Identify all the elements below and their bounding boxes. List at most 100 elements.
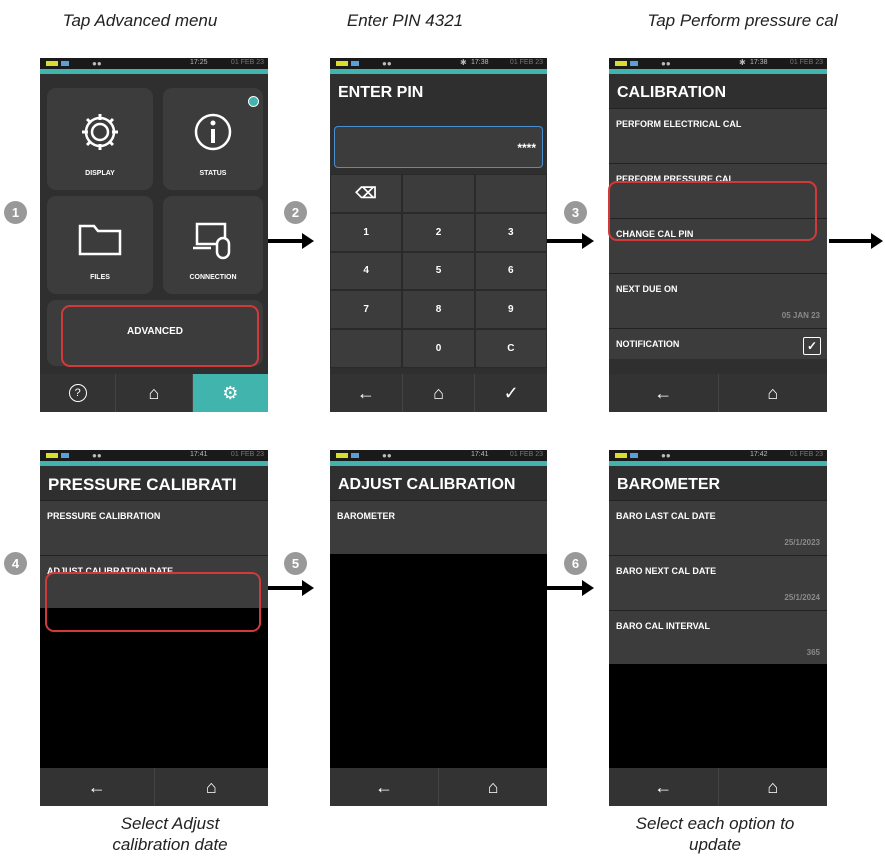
connection-tile-label: CONNECTION	[189, 274, 237, 281]
arrow-right	[268, 580, 314, 596]
status-date: 01 FEB 23	[789, 451, 823, 458]
menu-item-baro-cal-interval[interactable]: BARO CAL INTERVAL 365	[609, 610, 827, 665]
menu-item-label: NEXT DUE ON	[616, 284, 678, 294]
key-2[interactable]: 2	[402, 212, 475, 252]
key-6[interactable]: 6	[474, 251, 547, 291]
home-button[interactable]: ⌂	[438, 768, 547, 806]
status-bar: ●● ✱ 17:38 01 FEB 23	[330, 58, 547, 69]
screen-adjust-calibration: ●● 17:41 01 FEB 23 ADJUST CALIBRATION BA…	[330, 450, 547, 806]
notification-checkbox[interactable]: ✓	[803, 337, 821, 355]
pairing-icon: ●●	[92, 59, 102, 68]
step-badge-6: 6	[564, 552, 587, 575]
menu-item-barometer[interactable]: BAROMETER	[330, 500, 547, 555]
battery-icon	[336, 453, 348, 458]
status-time: 17:38	[750, 59, 768, 66]
battery-icon	[336, 61, 348, 66]
status-time: 17:42	[750, 451, 768, 458]
home-button[interactable]: ⌂	[717, 768, 827, 806]
bottom-nav: ← ⌂	[609, 374, 827, 412]
caption-step4-line2: calibration date	[112, 835, 228, 854]
signal-icon	[61, 61, 69, 66]
display-tile-label: DISPLAY	[85, 170, 115, 177]
key-9[interactable]: 9	[474, 290, 547, 330]
page-title: PRESSURE CALIBRATI	[48, 475, 237, 494]
back-button[interactable]: ←	[40, 768, 154, 806]
key-1[interactable]: 1	[330, 212, 403, 252]
caption-step4: Select Adjust calibration date	[60, 813, 280, 855]
menu-item-next-due[interactable]: NEXT DUE ON 05 JAN 23	[609, 273, 827, 328]
back-button[interactable]: ←	[609, 374, 718, 412]
connection-tile[interactable]: CONNECTION	[163, 196, 263, 294]
menu-item-label: PRESSURE CALIBRATION	[47, 511, 161, 521]
help-button[interactable]: ?	[40, 374, 116, 412]
baro-cal-interval-value: 365	[806, 648, 820, 657]
menu-item-notification[interactable]: NOTIFICATION ✓	[609, 328, 827, 359]
pairing-icon: ●●	[92, 451, 102, 460]
baro-next-cal-value: 25/1/2024	[784, 593, 820, 602]
caption-step3: Tap Perform pressure cal	[647, 11, 838, 30]
signal-icon	[630, 61, 638, 66]
menu-item-label: BARO LAST CAL DATE	[616, 511, 716, 521]
home-icon: ⌂	[487, 776, 499, 797]
status-date: 01 FEB 23	[509, 451, 543, 458]
home-button[interactable]: ⌂	[115, 374, 192, 412]
key-5[interactable]: 5	[402, 251, 475, 291]
battery-icon	[615, 453, 627, 458]
step-badge-5: 5	[284, 552, 307, 575]
back-button[interactable]: ←	[330, 374, 402, 412]
home-button[interactable]: ⌂	[401, 374, 475, 412]
pairing-icon: ●●	[661, 59, 671, 68]
pin-input[interactable]: ****	[334, 126, 543, 168]
home-icon: ⌂	[148, 382, 160, 403]
key-4[interactable]: 4	[330, 251, 403, 291]
status-tile[interactable]: STATUS	[163, 88, 263, 190]
back-button[interactable]: ←	[330, 768, 438, 806]
settings-button[interactable]: ⚙	[191, 374, 268, 412]
menu-item-baro-last-cal[interactable]: BARO LAST CAL DATE 25/1/2023	[609, 500, 827, 555]
caption-step4-line1: Select Adjust	[120, 814, 220, 833]
blank-key	[402, 174, 475, 213]
display-tile[interactable]: DISPLAY	[47, 88, 153, 190]
back-arrow-icon: ←	[87, 776, 106, 797]
home-button[interactable]: ⌂	[717, 374, 827, 412]
files-tile[interactable]: FILES	[47, 196, 153, 294]
menu-item-pressure-calibration[interactable]: PRESSURE CALIBRATION	[40, 500, 268, 555]
menu-item-baro-next-cal[interactable]: BARO NEXT CAL DATE 25/1/2024	[609, 555, 827, 610]
key-0[interactable]: 0	[402, 329, 475, 368]
backspace-key[interactable]: ⌫	[330, 174, 403, 213]
status-bar: ●● 17:42 01 FEB 23	[609, 450, 827, 461]
key-8[interactable]: 8	[402, 290, 475, 330]
clear-key[interactable]: C	[474, 329, 547, 368]
status-date: 01 FEB 23	[789, 59, 823, 66]
menu-item-electrical-cal[interactable]: PERFORM ELECTRICAL CAL	[609, 108, 827, 163]
home-button[interactable]: ⌂	[153, 768, 268, 806]
menu-item-label: BARO NEXT CAL DATE	[616, 566, 717, 576]
accent-bar	[40, 69, 268, 74]
status-time: 17:41	[471, 451, 489, 458]
key-3[interactable]: 3	[474, 212, 547, 252]
empty-area	[40, 608, 268, 768]
pairing-icon: ●●	[661, 451, 671, 460]
keypad: ⌫ 1 2 3 4 5 6 7 8 9 0 C	[330, 174, 547, 368]
status-time: 17:38	[471, 59, 489, 66]
confirm-button[interactable]: ✓	[474, 374, 547, 412]
arrow-right	[829, 233, 883, 249]
blank-key	[330, 329, 403, 368]
back-arrow-icon: ←	[654, 776, 673, 797]
status-date: 01 FEB 23	[509, 59, 543, 66]
bottom-nav: ← ⌂ ✓	[330, 374, 547, 412]
folder-icon	[47, 218, 153, 263]
gear-icon: ⚙	[222, 382, 239, 403]
key-7[interactable]: 7	[330, 290, 403, 330]
caption-step6-line1: Select each option to	[635, 814, 795, 833]
battery-icon	[46, 453, 58, 458]
back-button[interactable]: ←	[609, 768, 718, 806]
page-title: CALIBRATION	[617, 84, 727, 101]
screen-barometer: ●● 17:42 01 FEB 23 BAROMETER BARO LAST C…	[609, 450, 827, 806]
signal-icon	[351, 453, 359, 458]
signal-icon	[351, 61, 359, 66]
status-time: 17:25	[190, 59, 208, 66]
status-bar: ●● ✱ 17:38 01 FEB 23	[609, 58, 827, 69]
status-tile-label: STATUS	[199, 170, 227, 177]
screen-enter-pin: ●● ✱ 17:38 01 FEB 23 ENTER PIN **** ⌫ 1 …	[330, 58, 547, 412]
